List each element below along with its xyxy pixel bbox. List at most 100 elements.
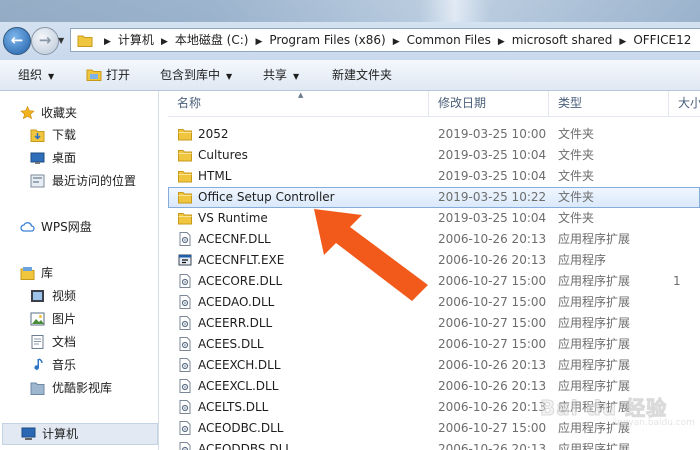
file-row[interactable]: HTML 2019-03-25 10:04 文件夹 [168,166,700,187]
breadcrumb-separator-icon[interactable]: ▶ [493,31,510,53]
history-dropdown-icon[interactable]: ▼ [58,36,64,45]
sort-ascending-icon: ▲ [298,91,304,99]
column-header-label: 名称 [177,96,202,110]
sidebar-item-label: 文档 [52,335,77,349]
sidebar-item-label: 计算机 [42,427,79,441]
breadcrumb-item[interactable]: microsoft shared [510,29,615,51]
file-row[interactable]: ACEERR.DLL 2006-10-27 15:00 应用程序扩展 [168,313,700,334]
sidebar-item-label: 下载 [52,128,77,142]
file-name: Office Setup Controller [198,190,335,204]
baidu-jingyan-watermark: Bai du 经验 jingyan.baidu.com [539,392,700,434]
share-button[interactable]: 共享 ▼ [263,60,299,90]
breadcrumb-item[interactable]: OFFICE12 [631,29,693,51]
file-row[interactable]: VS Runtime 2019-03-25 10:04 文件夹 [168,208,700,229]
file-modified-date: 2019-03-25 10:04 [438,211,547,225]
file-modified-date: 2006-10-26 20:13 [438,400,547,414]
star-icon [20,106,35,120]
music-note-icon [34,358,43,370]
back-arrow-icon: ← [10,31,24,49]
sidebar-item-label: 视频 [52,289,77,303]
file-row[interactable]: 2052 2019-03-25 10:00 文件夹 [168,124,700,145]
breadcrumb-separator-icon[interactable]: ▶ [250,31,267,53]
include-in-library-button[interactable]: 包含到库中 ▼ [160,60,232,90]
dll-icon [178,400,192,414]
file-name: ACEES.DLL [198,337,264,351]
recent-places-icon [30,174,45,188]
file-modified-date: 2019-03-25 10:22 [438,190,547,204]
dll-icon [178,421,192,435]
column-header-size[interactable]: 大小 [669,91,700,116]
back-button[interactable]: ← [3,27,31,55]
file-modified-date: 2006-10-27 15:00 [438,421,547,435]
address-bar-area: ← → ▼ ▶ 计算机 ▶ 本地磁盘 (C:) ▶ Program Files (x86)… [0,0,700,60]
open-button[interactable]: 打开 [86,60,130,90]
file-modified-date: 2006-10-26 20:13 [438,253,547,267]
breadcrumb-item[interactable]: Program Files (x86) [267,29,387,51]
downloads-icon [30,129,45,142]
file-modified-date: 2006-10-26 20:13 [438,379,547,393]
file-modified-date: 2006-10-26 20:13 [438,358,547,372]
breadcrumb-separator-icon[interactable]: ▶ [156,31,173,53]
file-row[interactable]: Cultures 2019-03-25 10:04 文件夹 [168,145,700,166]
breadcrumb-item[interactable]: 本地磁盘 (C:) [173,29,251,51]
dll-icon [178,337,192,351]
file-modified-date: 2019-03-25 10:04 [438,169,547,183]
file-name: ACECORE.DLL [198,274,283,288]
new-folder-button[interactable]: 新建文件夹 [332,60,392,90]
breadcrumb-separator-icon[interactable]: ▶ [614,31,631,53]
file-row[interactable]: ACECORE.DLL 2006-10-27 15:00 应用程序扩展 1 [168,271,700,292]
breadcrumb: ▶ 计算机 ▶ 本地磁盘 (C:) ▶ Program Files (x86) ▶ Commo… [99,29,693,51]
file-row[interactable]: ACEEXCH.DLL 2006-10-26 20:13 应用程序扩展 [168,355,700,376]
address-bar[interactable]: ▶ 计算机 ▶ 本地磁盘 (C:) ▶ Program Files (x86) ▶ Commo… [70,28,700,52]
file-name: ACECNFLT.EXE [198,253,285,267]
file-modified-date: 2006-10-26 20:13 [438,442,547,450]
breadcrumb-separator-icon[interactable]: ▶ [99,31,116,53]
file-name: ACEDAO.DLL [198,295,275,309]
breadcrumb-separator-icon[interactable]: ▶ [388,31,405,53]
file-row[interactable]: ACEODDBS.DLL 2006-10-26 20:13 应用程序扩展 [168,439,700,450]
sidebar-item-computer[interactable]: 计算机 [2,423,158,445]
file-row[interactable]: ACEDAO.DLL 2006-10-27 15:00 应用程序扩展 [168,292,700,313]
folder-icon [178,169,192,183]
dll-icon [178,274,192,288]
sidebar-item-label: 最近访问的位置 [52,174,137,188]
file-name: ACELTS.DLL [198,400,269,414]
file-type: 应用程序扩展 [558,316,631,330]
breadcrumb-item[interactable]: Common Files [405,29,493,51]
folder-icon [178,190,192,204]
dll-icon [178,316,192,330]
cloud-icon [20,222,35,232]
documents-icon [31,335,44,349]
watermark-text: Bai du 经验 [539,396,668,421]
file-row[interactable]: Office Setup Controller 2019-03-25 10:22 文… [168,187,700,208]
dll-icon [178,358,192,372]
folder-icon [178,127,192,141]
file-name: VS Runtime [198,211,268,225]
breadcrumb-item[interactable]: 计算机 [116,29,156,51]
file-modified-date: 2019-03-25 10:00 [438,127,547,141]
dll-icon [178,442,192,450]
sidebar-item-label: 图片 [52,312,77,326]
sidebar-item-label: WPS网盘 [41,220,92,234]
file-row[interactable]: ACEES.DLL 2006-10-27 15:00 应用程序扩展 [168,334,700,355]
folder-icon [30,382,45,395]
video-icon [31,290,44,302]
file-name: ACEERR.DLL [198,316,273,330]
column-header-label: 修改日期 [438,96,487,110]
chevron-down-icon: ▼ [293,72,300,81]
file-type: 文件夹 [558,190,595,204]
file-modified-date: 2019-03-25 10:04 [438,148,547,162]
forward-button[interactable]: → [31,27,59,55]
file-type: 应用程序扩展 [558,295,631,309]
file-name: ACEODBC.DLL [198,421,284,435]
file-row[interactable]: ACECNF.DLL 2006-10-26 20:13 应用程序扩展 [168,229,700,250]
dll-icon [178,379,192,393]
column-header-type[interactable]: 类型 [549,91,669,116]
column-header-date[interactable]: 修改日期 [429,91,549,116]
file-row[interactable]: ACECNFLT.EXE 2006-10-26 20:13 应用程序 [168,250,700,271]
file-type: 应用程序扩展 [558,442,631,450]
include-in-library-label: 包含到库中 [160,68,221,82]
file-type: 文件夹 [558,169,595,183]
organize-button[interactable]: 组织 ▼ [18,60,54,90]
open-label: 打开 [106,68,131,82]
